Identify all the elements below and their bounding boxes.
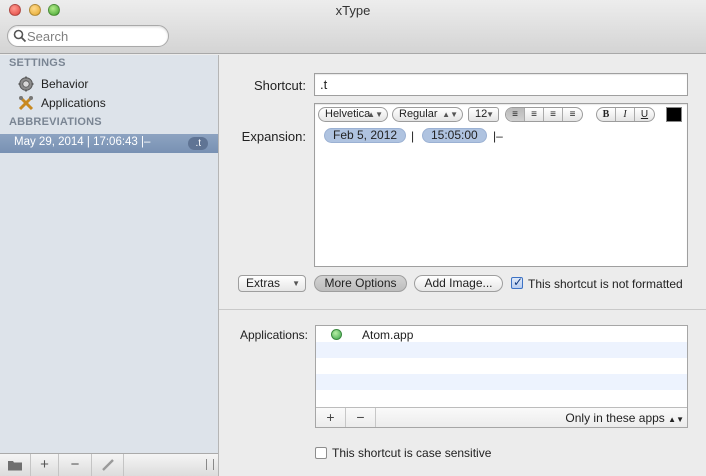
abbreviation-item-selected[interactable]: May 29, 2014 | 17:06:43 |– .t [0,134,218,153]
expansion-text: |– [493,129,503,143]
font-family-value: Helvetica [325,108,371,120]
atom-app-icon [331,329,342,340]
time-token[interactable]: 15:05:00 [422,128,487,143]
applications-label: Applications: [239,328,308,342]
underline-button[interactable]: U [635,108,654,121]
sidebar-item-label: Applications [41,96,106,110]
applications-list[interactable]: Atom.app + − Only in these apps ▲▼ [315,325,688,428]
sidebar-item-behavior[interactable]: Behavior [16,76,216,94]
extras-popup-button[interactable]: Extras ▼ [238,275,306,292]
list-item [316,390,687,406]
remove-app-button[interactable]: − [346,408,376,427]
search-placeholder: Search [27,29,69,44]
section-divider [219,309,706,310]
edit-abbreviation-button[interactable] [92,454,124,476]
align-center-icon[interactable]: ≡ [525,108,544,121]
alignment-segmented-control[interactable]: ≡ ≡ ≡ ≡ [505,107,583,122]
add-folder-button[interactable] [0,454,31,476]
font-size-select[interactable]: 12 ▼ [468,107,499,122]
applications-list-footer: + − Only in these apps ▲▼ [316,407,687,427]
pencil-icon [101,459,114,471]
add-image-button[interactable]: Add Image... [414,275,503,292]
app-name: Atom.app [362,328,414,342]
text-format-segmented-control[interactable]: B I U [596,107,655,122]
title-bar: xType Search [0,0,706,54]
app-scope-value: Only in these apps [565,411,665,425]
not-formatted-label: This shortcut is not formatted [528,277,683,291]
expansion-text: | [411,129,415,143]
case-sensitive-label: This shortcut is case sensitive [332,446,492,460]
add-app-button[interactable]: + [316,408,346,427]
font-style-value: Regular [399,108,438,120]
align-right-icon[interactable]: ≡ [544,108,563,121]
sidebar-item-label: Behavior [41,77,89,91]
abbreviations-header: ABBREVIATIONS [9,116,102,128]
add-abbreviation-button[interactable]: + [31,454,59,476]
bold-button[interactable]: B [597,108,616,121]
abbreviation-label: May 29, 2014 | 17:06:43 |– [14,136,151,148]
font-style-select[interactable]: Regular ▲▼ [392,107,463,122]
list-item[interactable]: Atom.app [316,326,687,342]
sidebar: SETTINGS Behavior Applications ABBREVIAT… [0,55,219,476]
list-item [316,342,687,358]
font-family-select[interactable]: Helvetica ▲▼ [318,107,388,122]
chevron-updown-icon: ▲▼ [668,415,684,424]
shortcut-value: .t [320,77,328,92]
sidebar-bottom-bar: + − [0,453,218,476]
shortcut-field[interactable]: .t [314,73,688,96]
align-justify-icon[interactable]: ≡ [563,108,582,121]
expansion-editor[interactable]: Helvetica ▲▼ Regular ▲▼ 12 ▼ ≡ ≡ ≡ ≡ B I U … [314,103,688,267]
expansion-label: Expansion: [241,129,306,144]
settings-header: SETTINGS [9,57,66,69]
list-item [316,358,687,374]
window-title: xType [335,3,371,18]
date-token[interactable]: Feb 5, 2012 [324,128,407,143]
align-left-icon[interactable]: ≡ [506,108,525,121]
italic-button[interactable]: I [616,108,635,121]
search-icon [13,29,27,43]
gear-icon [18,76,34,92]
text-color-well[interactable] [666,107,682,122]
more-options-button[interactable]: More Options [314,275,407,292]
chevron-down-icon: ▼ [292,279,300,288]
list-item [316,374,687,390]
not-formatted-checkbox[interactable] [511,275,523,289]
shortcut-label: Shortcut: [253,78,306,93]
search-field[interactable]: Search [7,25,169,47]
abbreviation-badge: .t [188,137,208,150]
sidebar-item-applications[interactable]: Applications [16,95,216,113]
extras-label: Extras [246,276,281,290]
tools-icon [18,95,34,111]
remove-abbreviation-button[interactable]: − [59,454,92,476]
case-sensitive-checkbox[interactable] [315,447,327,459]
folder-icon [8,461,22,471]
app-scope-select[interactable]: Only in these apps ▲▼ [565,411,684,425]
resize-grip-icon[interactable] [206,459,214,470]
